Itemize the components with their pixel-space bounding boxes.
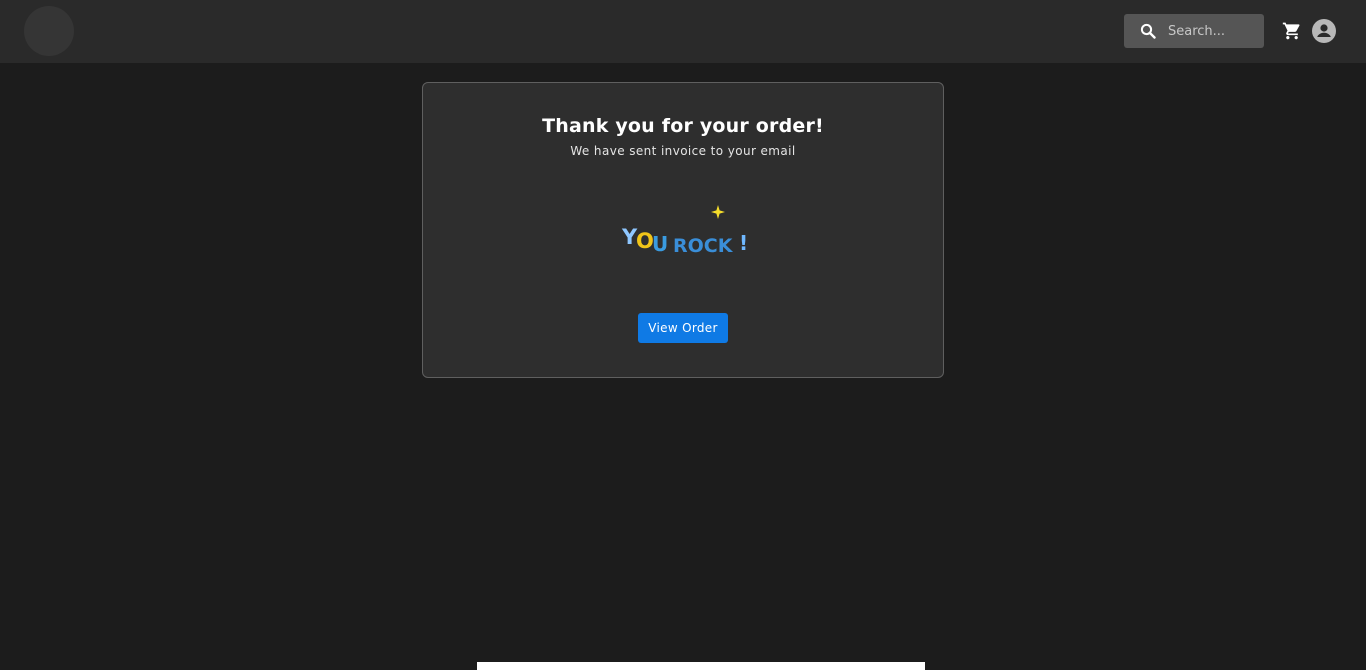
top-navigation-bar: [0, 0, 1366, 63]
search-icon: [1140, 23, 1156, 39]
confirmation-title: Thank you for your order!: [542, 115, 824, 137]
illustration-text-you-u: U: [652, 232, 668, 256]
search-box[interactable]: [1124, 14, 1264, 48]
bottom-panel-edge: [477, 662, 925, 670]
illustration-text-rock: ROCK: [673, 235, 734, 257]
cart-icon[interactable]: [1282, 21, 1302, 41]
account-icon[interactable]: [1312, 19, 1336, 43]
sparkle-icon: [711, 205, 725, 219]
order-confirmation-card: Thank you for your order! We have sent i…: [422, 82, 944, 378]
illustration-text-bang: !: [739, 231, 748, 255]
you-rock-illustration: Y O U ROCK !: [621, 205, 748, 257]
view-order-button[interactable]: View Order: [638, 313, 728, 343]
confirmation-subtitle: We have sent invoice to your email: [570, 144, 796, 158]
logo[interactable]: [24, 6, 74, 56]
search-input[interactable]: [1168, 14, 1260, 48]
